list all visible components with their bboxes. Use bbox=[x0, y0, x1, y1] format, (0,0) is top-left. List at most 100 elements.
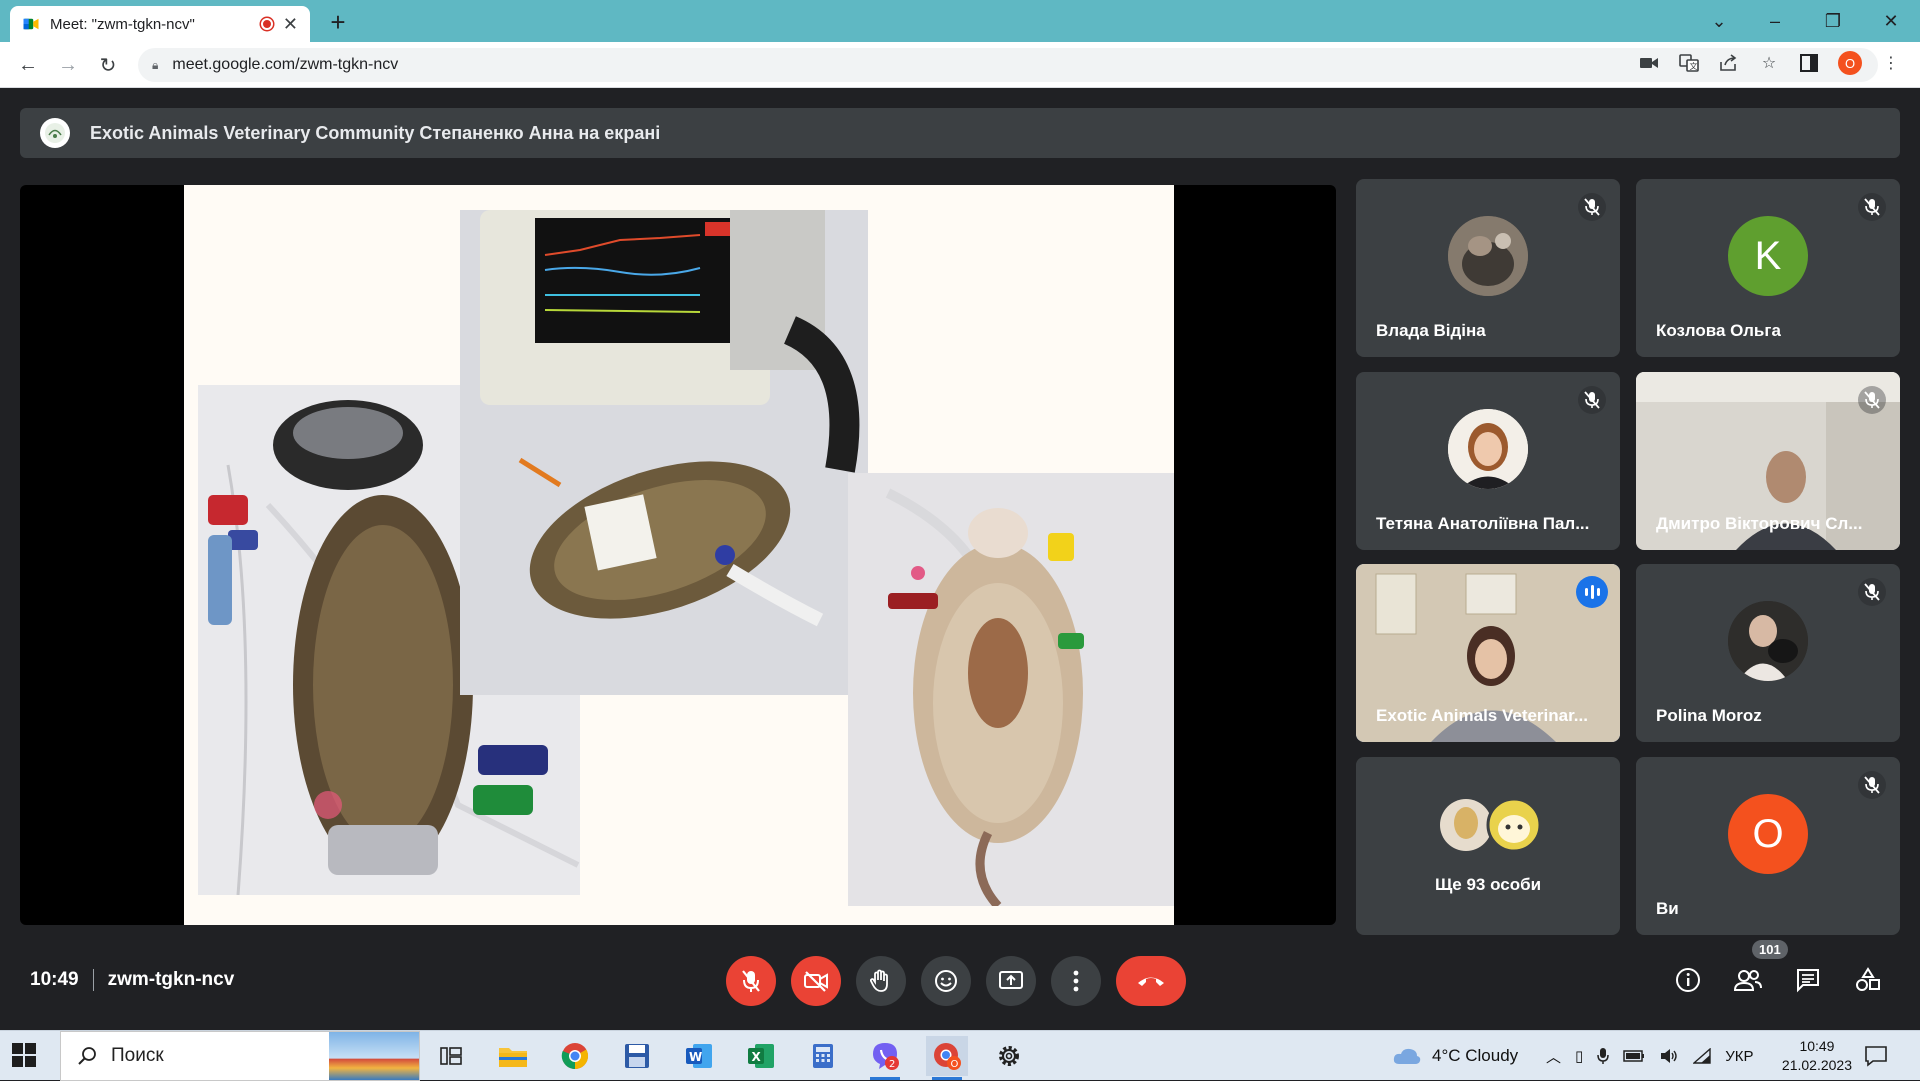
chrome-active-icon[interactable]: O bbox=[926, 1036, 968, 1080]
recording-indicator-icon bbox=[260, 18, 273, 30]
notifications-icon[interactable] bbox=[1864, 1031, 1888, 1081]
task-view-icon[interactable] bbox=[430, 1036, 472, 1076]
taskbar-clock[interactable]: 10:49 21.02.2023 bbox=[1782, 1037, 1852, 1075]
present-screen-button[interactable] bbox=[986, 956, 1036, 1006]
search-highlight-image bbox=[329, 1032, 419, 1080]
device-icon[interactable]: ▯ bbox=[1575, 1047, 1583, 1065]
share-icon[interactable] bbox=[1718, 52, 1740, 74]
more-participants-label: Ще 93 особи bbox=[1434, 875, 1542, 894]
side-panel-icon[interactable] bbox=[1798, 52, 1820, 74]
avatar: O bbox=[1728, 794, 1808, 874]
muted-mic-icon bbox=[1858, 771, 1886, 799]
url-text: meet.google.com/zwm-tgkn-ncv bbox=[172, 56, 399, 73]
meeting-controls-bar: 10:49 zwm-tgkn-ncv 101 bbox=[0, 940, 1920, 1020]
tab-close-icon[interactable]: ✕ bbox=[283, 14, 298, 35]
search-icon bbox=[78, 1047, 96, 1065]
bookmark-star-icon[interactable]: ☆ bbox=[1758, 52, 1780, 74]
participants-count-badge: 101 bbox=[1752, 940, 1788, 959]
battery-icon[interactable] bbox=[1623, 1050, 1645, 1062]
more-options-button[interactable] bbox=[1051, 956, 1101, 1006]
participant-tile-active-speaker[interactable]: Exotic Animals Veterinar... bbox=[1356, 564, 1620, 742]
community-logo-icon bbox=[40, 118, 70, 148]
more-participants-tile[interactable]: Ще 93 особи bbox=[1356, 757, 1620, 935]
hang-up-icon bbox=[1138, 977, 1164, 986]
browser-menu-icon[interactable]: ⋮ bbox=[1880, 52, 1902, 74]
svg-text:文: 文 bbox=[1690, 61, 1698, 71]
profile-avatar[interactable]: O bbox=[1838, 51, 1862, 75]
meeting-details-button[interactable] bbox=[1670, 962, 1706, 998]
back-button[interactable]: ← bbox=[14, 51, 42, 79]
people-button[interactable] bbox=[1730, 962, 1766, 998]
chat-icon bbox=[1797, 969, 1819, 993]
tab-search-icon[interactable]: ⌄ bbox=[1692, 0, 1746, 42]
participant-tile[interactable]: Дмитро Вікторович Сл... bbox=[1636, 372, 1900, 550]
svg-text:O: O bbox=[951, 1059, 959, 1070]
wifi-icon[interactable] bbox=[1693, 1048, 1711, 1064]
hand-icon bbox=[870, 969, 888, 992]
activities-button[interactable] bbox=[1850, 962, 1886, 998]
microphone-icon[interactable] bbox=[1597, 1047, 1610, 1065]
participant-name: Влада Відіна bbox=[1376, 321, 1486, 340]
minimize-button[interactable]: – bbox=[1748, 0, 1802, 42]
self-tile[interactable]: O Ви bbox=[1636, 757, 1900, 935]
translate-icon[interactable]: 文 bbox=[1678, 52, 1700, 74]
participant-tile[interactable]: Polina Moroz bbox=[1636, 564, 1900, 742]
participant-name: Козлова Ольга bbox=[1656, 321, 1781, 340]
input-language[interactable]: УКР bbox=[1725, 1048, 1753, 1065]
browser-toolbar: ← → ↻ 🔒︎ meet.google.com/zwm-tgkn-ncv 文 … bbox=[0, 42, 1920, 88]
meeting-code: zwm-tgkn-ncv bbox=[107, 969, 235, 990]
browser-tab-meet[interactable]: Meet: "zwm-tgkn-ncv" ✕ bbox=[10, 6, 310, 42]
close-window-button[interactable]: ✕ bbox=[1864, 0, 1918, 42]
calculator-icon[interactable] bbox=[802, 1036, 844, 1076]
camera-off-icon bbox=[804, 971, 828, 992]
taskbar-time: 10:49 bbox=[1799, 1038, 1835, 1054]
svg-text:W: W bbox=[689, 1050, 702, 1064]
new-tab-button[interactable]: + bbox=[324, 7, 352, 37]
viber-icon[interactable]: 2 bbox=[864, 1036, 906, 1080]
address-bar[interactable]: 🔒︎ meet.google.com/zwm-tgkn-ncv bbox=[138, 48, 1878, 82]
show-hidden-icons-icon[interactable]: ︿ bbox=[1546, 1046, 1561, 1067]
muted-mic-icon bbox=[1858, 578, 1886, 606]
muted-mic-icon bbox=[1858, 193, 1886, 221]
avatar: K bbox=[1728, 216, 1808, 296]
toggle-camera-button[interactable] bbox=[791, 956, 841, 1006]
participant-tile[interactable]: Влада Відіна bbox=[1356, 179, 1620, 357]
settings-gear-icon[interactable] bbox=[988, 1036, 1030, 1076]
maximize-button[interactable]: ❐ bbox=[1806, 0, 1860, 42]
raise-hand-button[interactable] bbox=[856, 956, 906, 1006]
volume-icon[interactable] bbox=[1659, 1048, 1679, 1064]
taskbar-date: 21.02.2023 bbox=[1781, 1057, 1852, 1073]
participant-name: Exotic Animals Veterinar... bbox=[1376, 706, 1588, 725]
info-icon bbox=[1676, 968, 1700, 992]
word-icon[interactable]: W bbox=[678, 1036, 720, 1076]
presenting-label: Exotic Animals Veterinary Community Степ… bbox=[90, 122, 661, 143]
weather-widget[interactable]: 4°C Cloudy bbox=[1392, 1031, 1518, 1081]
muted-mic-icon bbox=[1578, 193, 1606, 221]
svg-text:2: 2 bbox=[889, 1059, 895, 1070]
chrome-icon[interactable] bbox=[554, 1036, 596, 1076]
present-icon bbox=[999, 971, 1023, 989]
more-vert-icon bbox=[1073, 970, 1079, 992]
participant-tile[interactable]: K Козлова Ольга bbox=[1636, 179, 1900, 357]
start-button[interactable] bbox=[12, 1043, 36, 1072]
svg-text:X: X bbox=[752, 1050, 762, 1064]
participant-name: Тетяна Анатоліївна Пал... bbox=[1376, 514, 1590, 533]
shared-slide bbox=[184, 185, 1174, 925]
forward-button[interactable]: → bbox=[54, 51, 82, 79]
chat-button[interactable] bbox=[1790, 962, 1826, 998]
camera-in-use-icon[interactable] bbox=[1638, 52, 1660, 74]
participant-tile[interactable]: Тетяна Анатоліївна Пал... bbox=[1356, 372, 1620, 550]
taskbar-search-box[interactable]: Поиск bbox=[60, 1031, 420, 1081]
reload-button[interactable]: ↻ bbox=[94, 51, 122, 79]
file-explorer-icon[interactable] bbox=[492, 1036, 534, 1076]
reactions-button[interactable] bbox=[921, 956, 971, 1006]
windows-logo-icon bbox=[12, 1043, 36, 1067]
meet-favicon-icon bbox=[23, 18, 39, 30]
save-app-icon[interactable] bbox=[616, 1036, 658, 1076]
meeting-time: 10:49 bbox=[30, 969, 79, 990]
avatar bbox=[1728, 601, 1808, 681]
tab-title: Meet: "zwm-tgkn-ncv" bbox=[50, 15, 195, 33]
toggle-microphone-button[interactable] bbox=[726, 956, 776, 1006]
leave-call-button[interactable] bbox=[1116, 956, 1186, 1006]
excel-icon[interactable]: X bbox=[740, 1036, 782, 1076]
